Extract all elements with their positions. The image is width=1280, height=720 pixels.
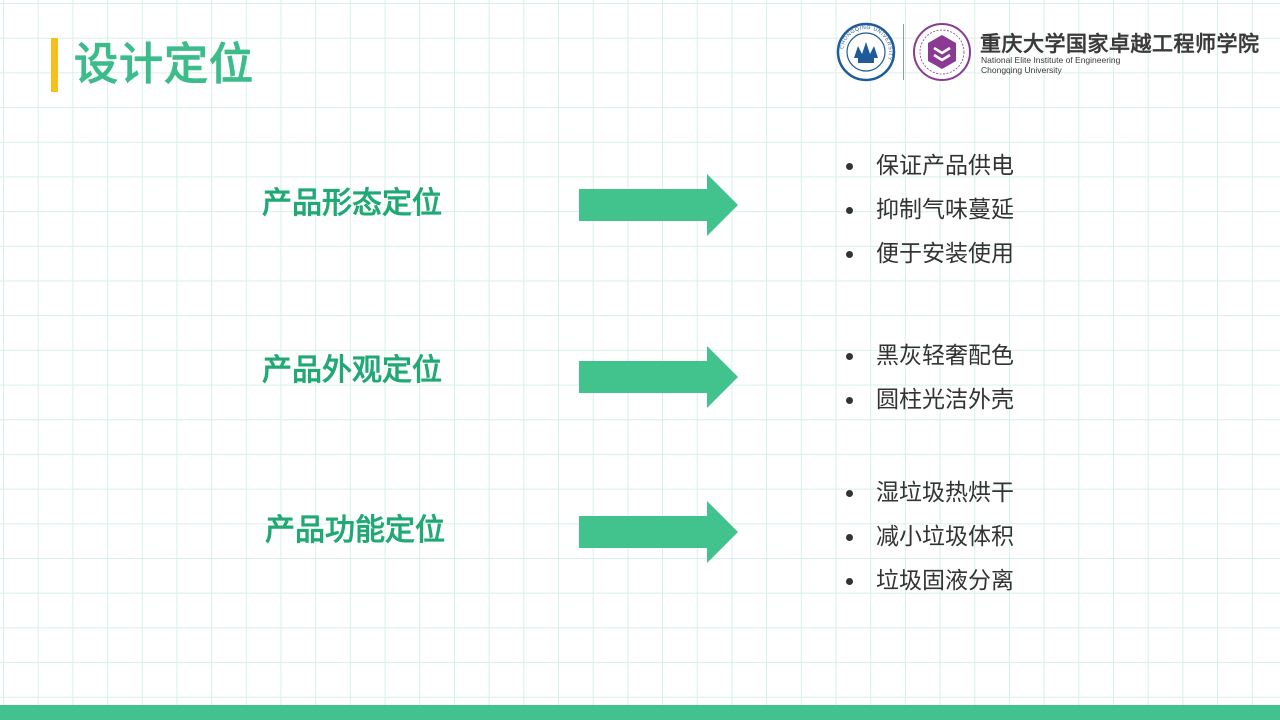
section-label-function: 产品功能定位 (265, 513, 445, 548)
list-item-text: 湿垃圾热烘干 (876, 480, 1014, 506)
list-item-text: 圆柱光洁外壳 (876, 387, 1014, 413)
arrow-right-icon (579, 346, 738, 408)
bullet-dot (846, 534, 853, 541)
header-logo: CHONGQING UNIVERSITY 重庆大学国家卓越工程师学院 Natio… (834, 22, 1270, 84)
logo-divider (903, 24, 904, 80)
institution-name-cn: 重庆大学国家卓越工程师学院 (980, 32, 1260, 56)
bullet-dot (846, 397, 853, 404)
arrow-right-icon (579, 174, 738, 236)
bullet-dot (846, 207, 853, 214)
chongqing-university-emblem-icon: CHONGQING UNIVERSITY (836, 22, 896, 82)
bullet-dot (846, 353, 853, 360)
list-item: 黑灰轻奢配色 (846, 334, 1014, 378)
section-items-form: 保证产品供电 抑制气味蔓延 便于安装使用 (846, 144, 1014, 276)
list-item-text: 垃圾固液分离 (876, 568, 1014, 594)
section-items-function: 湿垃圾热烘干 减小垃圾体积 垃圾固液分离 (846, 471, 1014, 603)
footer-bar (0, 705, 1280, 720)
bullet-dot (846, 163, 853, 170)
title-accent-bar (51, 38, 58, 92)
list-item: 圆柱光洁外壳 (846, 378, 1014, 422)
list-item: 保证产品供电 (846, 144, 1014, 188)
list-item: 垃圾固液分离 (846, 559, 1014, 603)
bullet-dot (846, 251, 853, 258)
section-label-form: 产品形态定位 (262, 186, 442, 221)
elite-institute-emblem-icon (913, 23, 971, 81)
section-label-appearance: 产品外观定位 (262, 353, 442, 388)
list-item-text: 保证产品供电 (876, 153, 1014, 179)
page-title: 设计定位 (74, 39, 254, 90)
list-item-text: 黑灰轻奢配色 (876, 343, 1014, 369)
list-item: 抑制气味蔓延 (846, 188, 1014, 232)
list-item-text: 抑制气味蔓延 (876, 197, 1014, 223)
list-item: 减小垃圾体积 (846, 515, 1014, 559)
list-item-text: 减小垃圾体积 (876, 524, 1014, 550)
arrow-right-icon (579, 501, 738, 563)
list-item: 便于安装使用 (846, 232, 1014, 276)
institution-name-en-line1: National Elite Institute of Engineering (981, 55, 1121, 65)
section-items-appearance: 黑灰轻奢配色 圆柱光洁外壳 (846, 334, 1014, 422)
bullet-dot (846, 578, 853, 585)
list-item-text: 便于安装使用 (876, 241, 1014, 267)
institution-name-en-line2: Chongqing University (981, 65, 1062, 75)
list-item: 湿垃圾热烘干 (846, 471, 1014, 515)
bullet-dot (846, 490, 853, 497)
